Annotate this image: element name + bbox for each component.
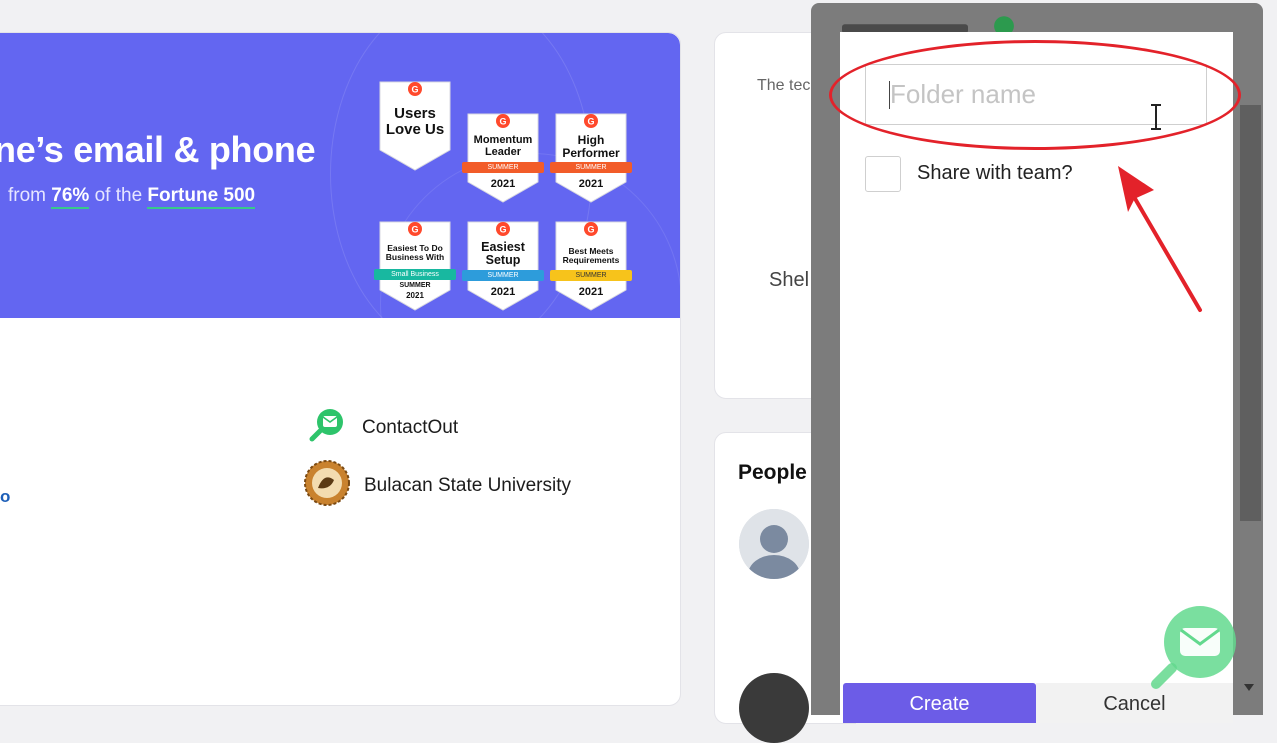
svg-text:G: G xyxy=(587,117,594,127)
truncated-link[interactable]: o xyxy=(0,487,10,507)
avatar[interactable] xyxy=(739,673,809,743)
svg-text:G: G xyxy=(411,85,418,95)
badge-year: 2021 xyxy=(406,291,424,300)
svg-text:G: G xyxy=(499,117,506,127)
red-arrow-icon xyxy=(1118,166,1202,312)
g2-badge-users-love-us: G Users Love Us xyxy=(378,80,452,172)
avatar[interactable] xyxy=(739,509,809,579)
promo-banner: ne’s email & phone from 76% of the Fortu… xyxy=(0,33,680,318)
contactout-chat-icon[interactable] xyxy=(1150,600,1240,690)
share-with-team-label: Share with team? xyxy=(917,162,1073,184)
scroll-down-icon[interactable] xyxy=(1244,684,1254,691)
banner-headline: ne’s email & phone xyxy=(0,129,316,170)
g2-badge-easiest-setup: G Easiest Setup SUMMER 2021 xyxy=(462,220,544,312)
badge-title: Easiest To Do Business With xyxy=(385,243,445,262)
g2-badge-high-performer: G High Performer SUMMER 2021 xyxy=(550,112,632,204)
badge-season: SUMMER xyxy=(399,282,431,289)
university-seal-icon xyxy=(304,460,350,512)
badge-year: 2021 xyxy=(578,178,604,190)
company-bulacan[interactable]: Bulacan State University xyxy=(304,460,571,512)
badge-ribbon: SUMMER xyxy=(550,162,632,173)
g2-badge-easiest-business: G Easiest To Do Business With Small Busi… xyxy=(374,220,456,312)
badge-title: Users Love Us xyxy=(385,105,445,138)
contactout-logo-icon xyxy=(308,407,348,449)
badge-year: 2021 xyxy=(490,178,516,190)
badge-ribbon: Small Business xyxy=(374,269,456,280)
company-contactout[interactable]: ContactOut xyxy=(308,407,458,449)
svg-text:G: G xyxy=(411,225,418,235)
profile-card: ne’s email & phone from 76% of the Fortu… xyxy=(0,32,681,706)
people-heading: People xyxy=(738,461,807,484)
subline-percent: 76% xyxy=(51,185,90,209)
subline-fortune: Fortune 500 xyxy=(147,185,256,209)
badge-year: 2021 xyxy=(490,286,516,298)
company-name: Bulacan State University xyxy=(364,475,571,496)
share-with-team-checkbox[interactable] xyxy=(865,156,901,192)
side-card-text: The tec xyxy=(757,77,811,94)
badge-ribbon: SUMMER xyxy=(550,270,632,281)
company-name: ContactOut xyxy=(362,417,459,438)
g2-badge-best-requirements: G Best Meets Requirements SUMMER 2021 xyxy=(550,220,632,312)
subline-prefix: from xyxy=(8,185,46,206)
badge-ribbon: SUMMER xyxy=(462,162,544,173)
scrollbar-thumb[interactable] xyxy=(1240,105,1261,521)
badge-title: Easiest Setup xyxy=(481,240,525,268)
badge-ribbon: SUMMER xyxy=(462,270,544,281)
badge-title: Best Meets Requirements xyxy=(562,246,620,265)
svg-text:G: G xyxy=(587,225,594,235)
badge-title: High Performer xyxy=(562,133,620,160)
highlight-ellipse xyxy=(829,40,1241,150)
create-button[interactable]: Create xyxy=(843,683,1036,723)
subline-mid: of the xyxy=(94,185,143,206)
badge-title: Momentum Leader xyxy=(473,134,533,158)
side-card-name: Shel xyxy=(769,269,810,291)
badge-year: 2021 xyxy=(578,286,604,298)
svg-text:G: G xyxy=(499,225,506,235)
g2-badge-momentum-leader: G Momentum Leader SUMMER 2021 xyxy=(462,112,544,204)
banner-subline: from 76% of the Fortune 500 xyxy=(8,185,256,209)
